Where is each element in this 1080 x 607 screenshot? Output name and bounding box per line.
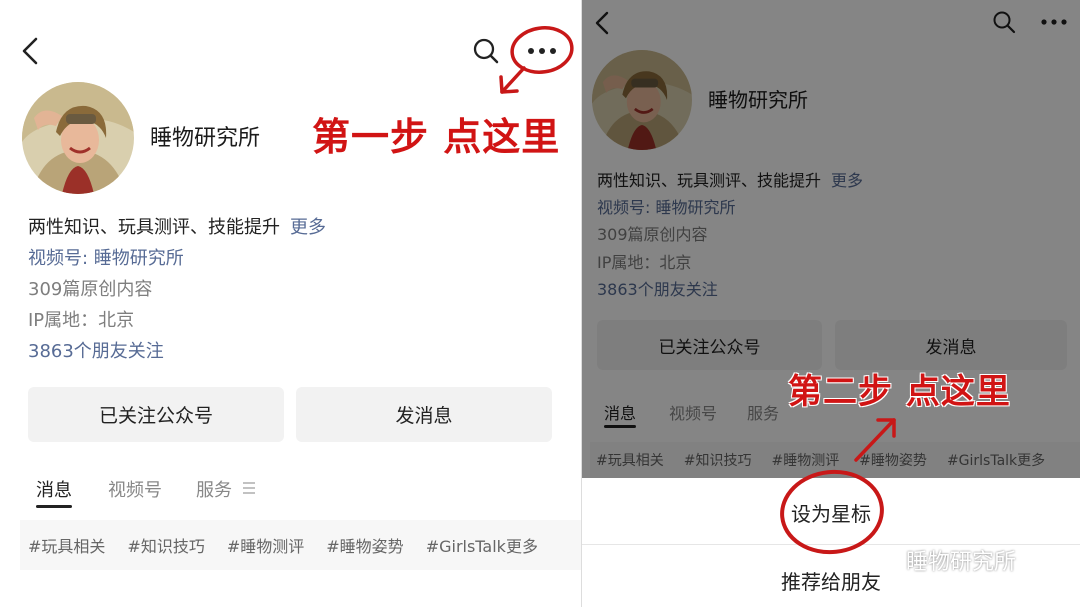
services-menu-button[interactable] [242,481,256,495]
avatar[interactable] [22,82,134,194]
tab-services[interactable]: 服务 [196,476,232,502]
tag-item[interactable]: #睡物姿势 [326,533,403,557]
tab-messages[interactable]: 消息 [36,476,72,502]
watermark: 睡物研究所 [864,544,1016,576]
account-name: 睡物研究所 [150,126,261,151]
annotation-circle [499,26,574,94]
channel-link[interactable]: 视频号: 睡物研究所 [28,247,184,271]
screenshot-composite: 第一步 点这里 睡物研究所 两性知识、玩具测评、技能提升 更多 视频号: 睡物研究… [0,0,1080,607]
tag-item[interactable]: #玩具相关 [28,533,105,557]
annotation-arrow [854,418,896,462]
right-screen: 睡物研究所 两性知识、玩具测评、技能提升 更多 视频号: 睡物研究所 309篇原创… [582,0,1080,607]
original-count: 309篇原创内容 [28,279,153,300]
description-more-link[interactable]: 更多 [290,217,326,238]
tag-bar: #玩具相关 #知识技巧 #睡物测评 #睡物姿势 #GirlsTalk更多 [20,520,582,570]
tag-item[interactable]: #GirlsTalk更多 [426,533,538,557]
followed-button[interactable]: 已关注公众号 [28,387,284,442]
wechat-logo-icon [865,548,898,572]
active-tab-indicator [36,505,72,508]
avatar-illustration [22,82,134,194]
ip-location: IP属地：北京 [28,310,135,331]
send-message-button[interactable]: 发消息 [296,387,552,442]
watermark-text: 睡物研究所 [906,550,1017,575]
tag-item[interactable]: #睡物测评 [227,533,304,557]
chevron-left-icon [22,37,38,65]
tab-channels[interactable]: 视频号 [108,476,162,502]
back-button[interactable] [18,36,42,66]
account-description: 两性知识、玩具测评、技能提升 [28,217,280,238]
friends-following-link[interactable]: 3863个朋友关注 [28,340,164,364]
account-description-row: 两性知识、玩具测评、技能提升 更多 [28,216,326,240]
step-one-annotation: 第一步 点这里 [312,115,561,159]
left-screen: 第一步 点这里 睡物研究所 两性知识、玩具测评、技能提升 更多 视频号: 睡物研究… [0,0,582,607]
hamburger-icon [243,482,255,494]
step-two-annotation: 第二步 点这里 [788,372,1011,412]
tag-item[interactable]: #知识技巧 [127,533,204,557]
